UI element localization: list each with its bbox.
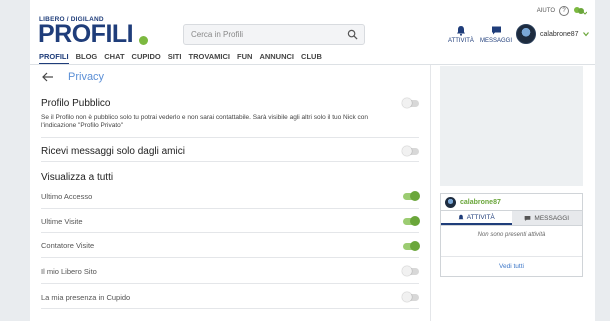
activity-widget: calabrone87 ATTIVITÀ MESSAGGI Non sono p… (440, 193, 583, 277)
bell-icon (458, 214, 464, 219)
page-title: Privacy (68, 71, 105, 83)
setting-label: Contatore Visite (41, 241, 95, 250)
see-all-link[interactable]: Vedi tutti (441, 263, 582, 270)
setting-last-access: Ultimo Accesso (41, 186, 420, 209)
messages-button[interactable]: MESSAGGI (480, 25, 512, 44)
search-input[interactable] (184, 25, 344, 44)
visit-counter-toggle[interactable] (403, 241, 420, 251)
setting-title: Profilo Pubblico (41, 98, 111, 109)
tab-activity[interactable]: ATTIVITÀ (441, 211, 512, 225)
chevron-down-icon (582, 32, 589, 37)
chat-bubble-icon (491, 26, 501, 35)
avatar (516, 24, 536, 44)
setting-label: Il mio Libero Sito (41, 267, 97, 276)
public-profile-toggle[interactable] (402, 98, 419, 108)
setting-libero-site: Il mio Libero Sito (41, 258, 419, 284)
widget-header: calabrone87 (441, 194, 582, 211)
setting-friends-only: Ricevi messaggi solo dagli amici (41, 138, 419, 162)
privacy-settings-panel: Privacy Profilo Pubblico Se il Profilo n… (30, 65, 430, 321)
brand-dot-icon (139, 36, 148, 45)
brand-logo[interactable]: PROFILI (38, 22, 134, 47)
activity-label: ATTIVITÀ (448, 38, 474, 44)
friends-only-toggle[interactable] (402, 146, 419, 156)
setting-visit-counter: Contatore Visite (41, 233, 420, 258)
back-arrow-icon[interactable] (42, 72, 54, 82)
empty-state: Non sono presenti attività (477, 232, 546, 238)
tab-activity-label: ATTIVITÀ (466, 213, 495, 221)
setting-label: Ultimo Accesso (41, 192, 93, 201)
setting-public-profile: Profilo Pubblico Se il Profilo non è pub… (41, 95, 419, 138)
setting-label: Ultime Visite (41, 217, 83, 226)
notification-settings-icon[interactable] (573, 6, 587, 16)
cupido-presence-toggle[interactable] (402, 292, 419, 302)
setting-description: Se il Profilo non è pubblico solo tu pot… (41, 114, 368, 129)
help-link[interactable]: AIUTO (537, 8, 555, 14)
top-utility-bar: AIUTO ? (537, 6, 587, 16)
last-access-toggle[interactable] (403, 191, 420, 201)
column-divider (430, 65, 431, 321)
bell-icon (456, 26, 465, 36)
section-title: Visualizza a tutti (41, 172, 114, 183)
search-icon[interactable] (347, 29, 358, 40)
libero-site-toggle[interactable] (402, 266, 419, 276)
chat-bubble-icon (525, 215, 531, 221)
username: calabrone87 (540, 30, 579, 38)
tab-messages[interactable]: MESSAGGI (511, 211, 582, 225)
setting-last-visits: Ultime Visite (41, 209, 420, 233)
setting-title: Ricevi messaggi solo dagli amici (41, 146, 185, 157)
widget-tabs: ATTIVITÀ MESSAGGI (441, 211, 582, 226)
page: LIBERO / DIGILAND PROFILI PROFILI BLOG C… (30, 0, 595, 321)
messages-label: MESSAGGI (480, 38, 513, 44)
widget-username[interactable]: calabrone87 (460, 199, 501, 206)
setting-label: La mia presenza in Cupido (41, 293, 131, 302)
avatar (445, 196, 456, 208)
last-visits-toggle[interactable] (403, 216, 420, 226)
ad-placeholder (440, 66, 583, 186)
help-icon[interactable]: ? (559, 6, 569, 16)
search-box (183, 24, 365, 45)
activity-button[interactable]: ATTIVITÀ (448, 25, 474, 44)
setting-cupido-presence: La mia presenza in Cupido (41, 284, 419, 309)
widget-divider (441, 256, 582, 257)
user-menu[interactable]: calabrone87 (516, 24, 589, 44)
tab-messages-label: MESSAGGI (534, 214, 570, 222)
